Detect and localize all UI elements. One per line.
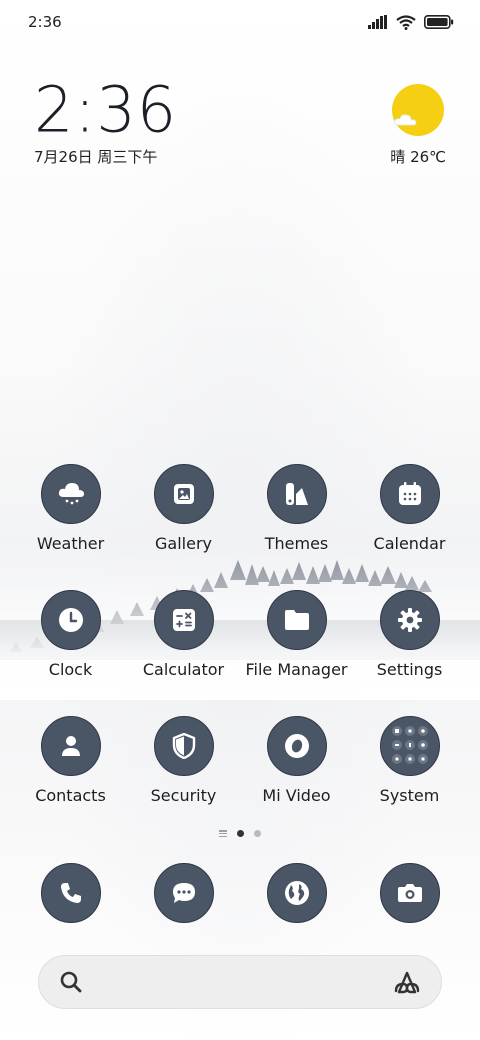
app-file-manager[interactable]: File Manager — [240, 590, 353, 679]
dock-phone[interactable] — [14, 863, 127, 923]
app-label: File Manager — [245, 660, 348, 679]
app-label: Settings — [376, 660, 443, 679]
app-label: Clock — [48, 660, 93, 679]
app-security[interactable]: Security — [127, 716, 240, 805]
phone-icon — [40, 863, 101, 923]
app-calculator[interactable]: Calculator — [127, 590, 240, 679]
video-icon — [266, 716, 327, 776]
app-label: Security — [150, 786, 217, 805]
browser-globe-icon — [266, 863, 327, 923]
weather-cloud-icon — [40, 464, 101, 524]
calendar-icon — [379, 464, 440, 524]
app-label: Weather — [36, 534, 105, 553]
gallery-icon — [153, 464, 214, 524]
folder-grid-icon — [379, 716, 440, 776]
clock-icon — [40, 590, 101, 650]
app-calendar[interactable]: Calendar — [353, 464, 466, 553]
app-folder-system[interactable]: System — [353, 716, 466, 805]
messages-icon — [153, 863, 214, 923]
calculator-icon — [153, 590, 214, 650]
app-label: Themes — [264, 534, 329, 553]
app-gallery[interactable]: Gallery — [127, 464, 240, 553]
clock-widget[interactable]: 2:36 7月26日 周三下午 — [34, 72, 178, 167]
dock-camera[interactable] — [353, 863, 466, 923]
folder-icon — [266, 590, 327, 650]
weather-text: 晴 26℃ — [390, 148, 446, 166]
status-icons — [368, 14, 454, 30]
app-clock[interactable]: Clock — [14, 590, 127, 679]
battery-icon — [424, 15, 454, 29]
status-time: 2:36 — [28, 13, 62, 31]
search-icon[interactable] — [59, 970, 83, 994]
app-settings[interactable]: Settings — [353, 590, 466, 679]
shield-icon — [153, 716, 214, 776]
clock-date: 7月26日 周三下午 — [34, 148, 158, 166]
person-icon — [40, 716, 101, 776]
sunny-partly-cloudy-icon — [392, 84, 444, 136]
gear-icon — [379, 590, 440, 650]
app-themes[interactable]: Themes — [240, 464, 353, 553]
app-label: Calculator — [142, 660, 225, 679]
camera-icon — [379, 863, 440, 923]
dock-browser[interactable] — [240, 863, 353, 923]
assistant-logo-icon[interactable] — [393, 969, 421, 995]
app-label: System — [379, 786, 440, 805]
signal-icon — [368, 15, 387, 29]
weather-widget[interactable]: 晴 26℃ — [356, 82, 446, 172]
page-dot-inactive — [254, 830, 261, 837]
app-label: Gallery — [155, 534, 212, 553]
clock-time: 2:36 — [34, 72, 178, 147]
app-weather[interactable]: Weather — [14, 464, 127, 553]
wifi-icon — [396, 14, 416, 30]
dock-messages[interactable] — [127, 863, 240, 923]
app-label: Contacts — [35, 786, 106, 805]
page-list-indicator-icon — [219, 830, 227, 837]
page-dot-active — [237, 830, 244, 837]
app-contacts[interactable]: Contacts — [14, 716, 127, 805]
app-label: Mi Video — [262, 786, 331, 805]
app-mi-video[interactable]: Mi Video — [240, 716, 353, 805]
app-label: Calendar — [373, 534, 446, 553]
search-bar[interactable] — [38, 955, 442, 1009]
themes-icon — [266, 464, 327, 524]
cloud-icon — [394, 114, 417, 126]
page-indicator[interactable] — [0, 830, 480, 837]
status-bar: 2:36 — [0, 0, 480, 44]
